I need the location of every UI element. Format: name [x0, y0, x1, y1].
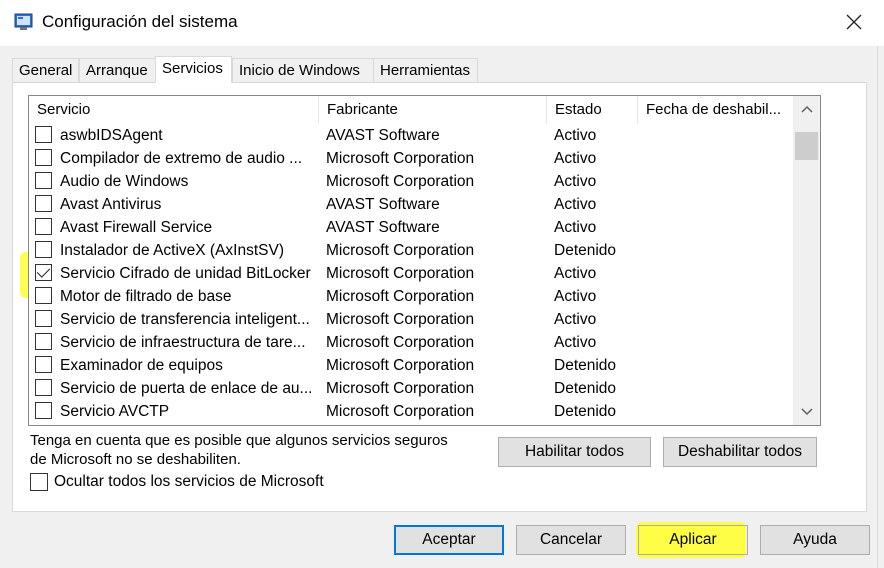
service-status-cell: Activo [554, 334, 597, 351]
table-row[interactable]: Servicio de puerta de enlace de au... Mic… [29, 377, 793, 400]
table-row[interactable]: Motor de filtrado de base Microsoft Corpo… [29, 285, 793, 308]
service-maker-cell: AVAST Software [326, 127, 440, 144]
table-row[interactable]: Instalador de ActiveX (AxInstSV) Microsof… [29, 239, 793, 262]
help-button[interactable]: Ayuda [760, 525, 870, 555]
service-name-cell: Servicio de puerta de enlace de au... [60, 380, 313, 397]
table-row[interactable]: Audio de Windows Microsoft Corporation Act… [29, 170, 793, 193]
disable-all-button[interactable]: Deshabilitar todos [663, 437, 817, 467]
service-maker-cell: Microsoft Corporation [326, 311, 475, 328]
service-maker-cell: Microsoft Corporation [326, 357, 475, 374]
service-status-cell: Detenido [554, 380, 617, 397]
service-checkbox[interactable] [35, 356, 52, 373]
service-checkbox[interactable] [35, 264, 52, 281]
service-status-cell: Activo [554, 219, 597, 236]
window-title: Configuración del sistema [42, 12, 238, 31]
tab-arranque[interactable]: Arranque [79, 58, 156, 82]
service-maker-cell: Microsoft Corporation [326, 173, 475, 190]
service-name-cell: Instalador de ActiveX (AxInstSV) [60, 242, 284, 259]
service-name-cell: Audio de Windows [60, 173, 189, 190]
service-maker-cell: Microsoft Corporation [326, 403, 475, 420]
service-name-cell: Avast Antivirus [60, 196, 162, 213]
service-maker-cell: Microsoft Corporation [326, 150, 475, 167]
service-checkbox[interactable] [35, 218, 52, 235]
chevron-up-icon [800, 105, 813, 113]
service-status-cell: Detenido [554, 242, 617, 259]
service-name-cell: Examinador de equipos [60, 357, 223, 374]
tab-herramientas[interactable]: Herramientas [373, 58, 478, 82]
table-row[interactable]: Servicio de infraestructura de tare... Mi… [29, 331, 793, 354]
service-checkbox[interactable] [35, 241, 52, 258]
title-bar: Configuración del sistema [0, 0, 884, 46]
list-header: Servicio Fabricante Estado Fecha de desh… [29, 96, 793, 124]
hide-microsoft-services-checkbox[interactable] [30, 473, 48, 491]
msconfig-icon [14, 13, 33, 30]
column-header-servicio[interactable]: Servicio [29, 96, 319, 124]
table-row[interactable]: Servicio AVCTP Microsoft Corporation Deten… [29, 400, 793, 423]
service-status-cell: Detenido [554, 403, 617, 420]
apply-button[interactable]: Aplicar [638, 525, 748, 555]
service-checkbox[interactable] [35, 149, 52, 166]
service-status-cell: Activo [554, 127, 597, 144]
chevron-down-icon [800, 408, 813, 416]
service-name-cell: Compilador de extremo de audio ... [60, 150, 303, 167]
table-row[interactable]: Avast Firewall Service AVAST Software Acti… [29, 216, 793, 239]
service-maker-cell: AVAST Software [326, 196, 440, 213]
scroll-up-button[interactable] [793, 97, 820, 121]
services-list[interactable]: Servicio Fabricante Estado Fecha de desh… [28, 95, 821, 426]
enable-all-button[interactable]: Habilitar todos [498, 437, 651, 467]
service-name-cell: aswbIDSAgent [60, 127, 163, 144]
service-maker-cell: Microsoft Corporation [326, 265, 475, 282]
service-status-cell: Activo [554, 196, 597, 213]
service-checkbox[interactable] [35, 126, 52, 143]
service-checkbox[interactable] [35, 287, 52, 304]
service-maker-cell: AVAST Software [326, 219, 440, 236]
close-icon [846, 14, 862, 30]
service-name-cell: Avast Firewall Service [60, 219, 213, 236]
table-row[interactable]: Compilador de extremo de audio ... Micros… [29, 147, 793, 170]
service-checkbox[interactable] [35, 195, 52, 212]
service-checkbox[interactable] [35, 379, 52, 396]
cancel-button[interactable]: Cancelar [516, 525, 626, 555]
vertical-scrollbar[interactable] [793, 96, 820, 425]
table-row[interactable]: Examinador de equipos Microsoft Corporati… [29, 354, 793, 377]
hide-microsoft-services-label: Ocultar todos los servicios de Microsoft [54, 473, 324, 490]
tab-inicio-windows[interactable]: Inicio de Windows [232, 58, 374, 82]
service-status-cell: Activo [554, 288, 597, 305]
table-row[interactable]: Servicio Cifrado de unidad BitLocker Micr… [29, 262, 793, 285]
service-name-cell: Motor de filtrado de base [60, 288, 232, 305]
service-status-cell: Activo [554, 311, 597, 328]
column-header-estado[interactable]: Estado [547, 96, 638, 124]
service-status-cell: Detenido [554, 357, 617, 374]
scroll-thumb[interactable] [795, 132, 818, 160]
scroll-down-button[interactable] [793, 400, 820, 424]
service-name-cell: Servicio de transferencia inteligent... [60, 311, 310, 328]
service-maker-cell: Microsoft Corporation [326, 242, 475, 259]
service-maker-cell: Microsoft Corporation [326, 288, 475, 305]
tab-general[interactable]: General [12, 58, 79, 82]
ok-button[interactable]: Aceptar [394, 525, 504, 555]
microsoft-services-note: Tenga en cuenta que es posible que algun… [30, 432, 448, 468]
column-header-fabricante[interactable]: Fabricante [319, 96, 547, 124]
table-row[interactable]: Avast Antivirus AVAST Software Activo [29, 193, 793, 216]
service-checkbox[interactable] [35, 333, 52, 350]
service-name-cell: Servicio AVCTP [60, 403, 170, 420]
table-row[interactable]: Servicio de transferencia inteligent... M… [29, 308, 793, 331]
column-header-fecha[interactable]: Fecha de deshabil... [638, 96, 793, 124]
service-status-cell: Activo [554, 150, 597, 167]
service-name-cell: Servicio de infraestructura de tare... [60, 334, 306, 351]
service-status-cell: Activo [554, 265, 597, 282]
background-window-edge [877, 46, 884, 568]
close-button[interactable] [838, 6, 870, 38]
table-row[interactable]: aswbIDSAgent AVAST Software Activo [29, 124, 793, 147]
service-checkbox[interactable] [35, 402, 52, 419]
service-name-cell: Servicio Cifrado de unidad BitLocker [60, 265, 311, 282]
service-maker-cell: Microsoft Corporation [326, 334, 475, 351]
tab-servicios[interactable]: Servicios [155, 56, 232, 83]
service-checkbox[interactable] [35, 172, 52, 189]
service-status-cell: Activo [554, 173, 597, 190]
service-maker-cell: Microsoft Corporation [326, 380, 475, 397]
service-checkbox[interactable] [35, 310, 52, 327]
